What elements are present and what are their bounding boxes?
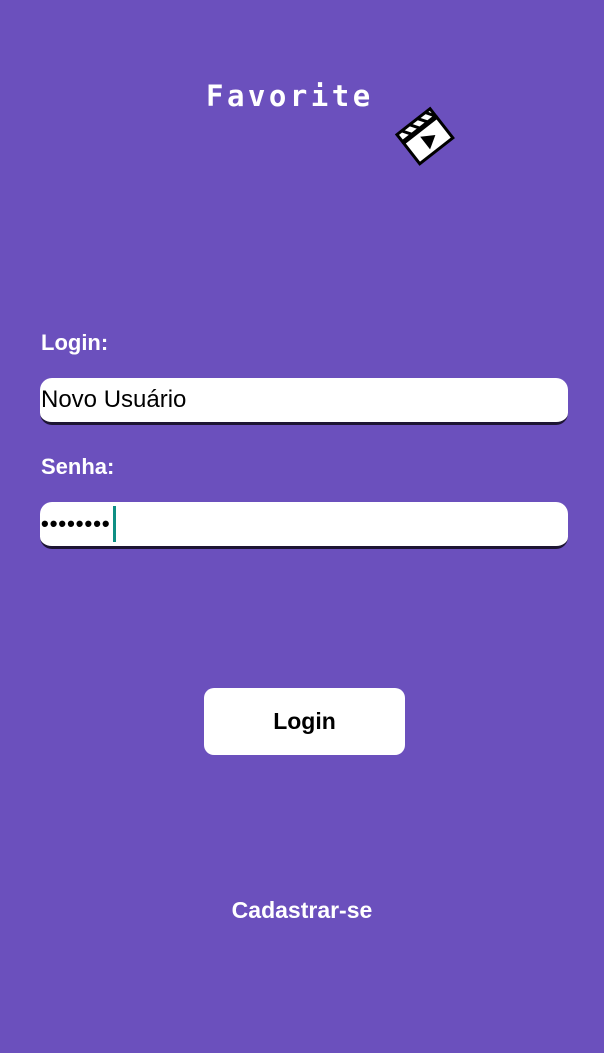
text-cursor xyxy=(112,506,116,542)
login-label: Login: xyxy=(41,330,109,355)
login-input[interactable]: Novo Usuário xyxy=(40,378,568,425)
password-input[interactable]: •••••••• xyxy=(40,502,568,549)
signup-link[interactable]: Cadastrar-se xyxy=(0,896,604,924)
app-title: Favorite xyxy=(206,79,374,113)
password-label: Senha: xyxy=(41,454,115,479)
password-input-value: •••••••• xyxy=(41,511,111,536)
login-input-value: Novo Usuário xyxy=(41,386,187,413)
film-clapperboard-icon xyxy=(394,106,455,166)
login-button[interactable]: Login xyxy=(204,688,405,755)
